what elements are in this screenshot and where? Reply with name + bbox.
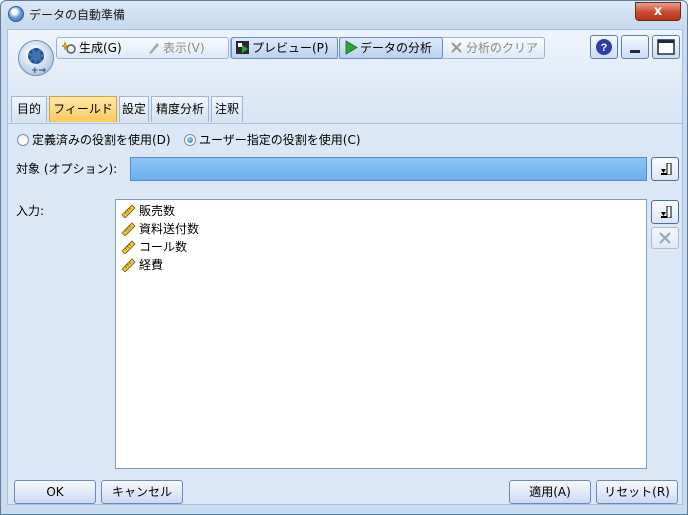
remove-field-button[interactable]: [651, 227, 679, 249]
clear-analysis-label: 分析のクリア: [466, 41, 539, 55]
brush-icon: [149, 43, 159, 54]
plus-arrow-icon: +→: [31, 66, 47, 76]
cancel-button[interactable]: キャンセル: [101, 480, 183, 504]
view-button[interactable]: 表示(V): [143, 38, 223, 58]
ruler-icon: [121, 240, 136, 254]
ruler-icon: [121, 204, 136, 218]
play-icon: [345, 40, 358, 55]
radio-icon: [17, 134, 29, 146]
list-item[interactable]: 資料送付数: [120, 220, 199, 238]
preview-icon: [236, 41, 249, 54]
field-name: 販売数: [139, 204, 176, 218]
view-label: 表示(V): [163, 41, 205, 55]
analyze-button[interactable]: データの分析: [339, 37, 443, 59]
toolbar-group-analysis: プレビュー(P) データの分析 分析のクリア: [230, 37, 545, 59]
maximize-button[interactable]: [652, 35, 680, 59]
clear-analysis-button[interactable]: 分析のクリア: [446, 38, 546, 58]
field-picker-icon: [661, 206, 672, 218]
ruler-icon: [121, 222, 136, 236]
preview-button[interactable]: プレビュー(P): [231, 37, 338, 59]
target-picker-button[interactable]: [651, 157, 679, 181]
tab-settings-label: 設定: [121, 102, 146, 116]
tab-annotations[interactable]: 注釈: [211, 96, 243, 122]
sparkle-icon: [62, 41, 76, 54]
preview-label: プレビュー(P): [252, 41, 329, 55]
tab-fields[interactable]: フィールド: [49, 96, 117, 122]
gear-icon: [28, 48, 44, 64]
inputs-picker-button[interactable]: [651, 200, 679, 224]
field-name: 経費: [139, 258, 164, 272]
field-name: 資料送付数: [139, 222, 200, 236]
inputs-list[interactable]: 販売数 資料送付数 コール数 経費: [115, 199, 647, 469]
title-bar[interactable]: データの自動準備 x: [1, 1, 687, 27]
list-item[interactable]: 販売数: [120, 202, 175, 220]
toolbar-group-generate: 生成(G) 表示(V): [56, 37, 229, 59]
maximize-icon: [657, 39, 675, 55]
target-label: 対象 (オプション):: [16, 162, 118, 176]
radio-selected-icon: [184, 134, 196, 146]
custom-roles-radio[interactable]: ユーザー指定の役割を使用(C): [184, 132, 361, 148]
tab-settings[interactable]: 設定: [119, 96, 149, 122]
window-title: データの自動準備: [29, 8, 126, 22]
app-icon: [8, 6, 24, 22]
reset-button[interactable]: リセット(R): [596, 480, 678, 504]
target-field[interactable]: [130, 157, 647, 181]
tab-fields-label: フィールド: [53, 102, 113, 116]
tab-annotations-label: 注釈: [214, 102, 239, 116]
dialog-window: データの自動準備 x +→ 生成(G) 表示(V) プレビュー(P) データの分…: [0, 0, 688, 515]
minimize-icon: [630, 50, 640, 53]
close-button[interactable]: x: [635, 2, 681, 21]
help-button[interactable]: ?: [590, 35, 618, 59]
node-icon: +→: [18, 40, 54, 76]
help-icon: ?: [596, 39, 612, 55]
x-icon: [451, 42, 462, 53]
fields-panel: 定義済みの役割を使用(D) ユーザー指定の役割を使用(C) 対象 (オプション)…: [7, 123, 683, 505]
minimize-button[interactable]: [621, 35, 649, 59]
list-item[interactable]: コール数: [120, 238, 187, 256]
delete-icon: [659, 232, 671, 244]
tab-accuracy-analysis-label: 精度分析: [155, 102, 204, 116]
ruler-icon: [121, 258, 136, 272]
apply-button[interactable]: 適用(A): [509, 480, 591, 504]
inputs-label: 入力:: [16, 204, 45, 218]
field-name: コール数: [139, 240, 188, 254]
generate-button[interactable]: 生成(G): [59, 38, 137, 58]
tab-accuracy-analysis[interactable]: 精度分析: [151, 96, 209, 122]
predefined-roles-label: 定義済みの役割を使用(D): [32, 133, 171, 147]
custom-roles-label: ユーザー指定の役割を使用(C): [199, 133, 361, 147]
predefined-roles-radio[interactable]: 定義済みの役割を使用(D): [17, 132, 171, 148]
tab-purpose[interactable]: 目的: [11, 96, 47, 122]
analyze-label: データの分析: [360, 41, 433, 55]
generate-label: 生成(G): [79, 41, 122, 55]
field-picker-icon: [661, 163, 672, 175]
help-icon-glyph: ?: [601, 42, 608, 54]
ok-button[interactable]: OK: [14, 480, 96, 504]
list-item[interactable]: 経費: [120, 256, 163, 274]
tab-purpose-label: 目的: [16, 102, 41, 116]
